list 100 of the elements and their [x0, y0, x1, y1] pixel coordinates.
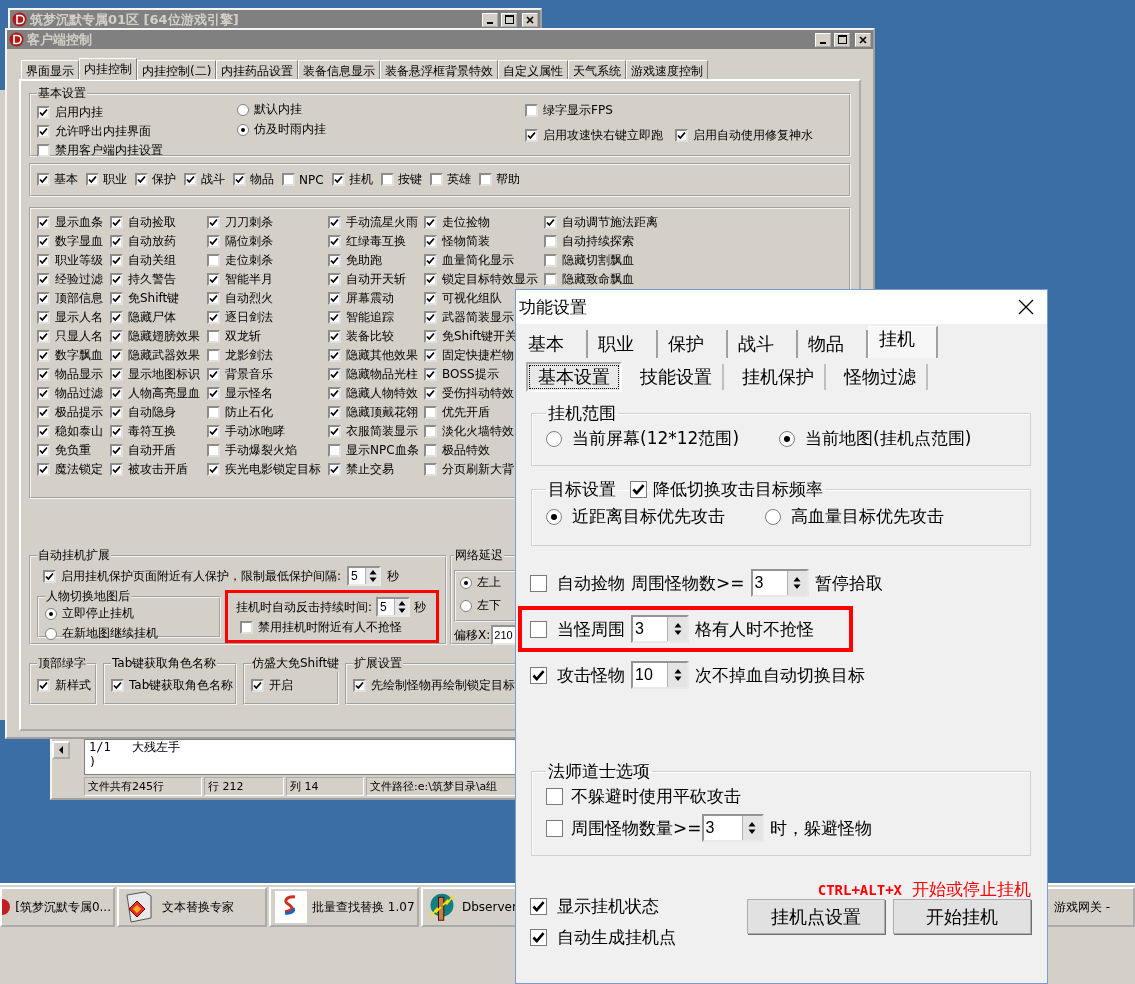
checkbox-label: 免Shift键	[128, 290, 180, 307]
maximize-button[interactable]	[501, 12, 517, 27]
checkbox-label: 降低切换攻击目标频率	[653, 478, 823, 501]
tab[interactable]: 游戏速度控制	[626, 60, 709, 79]
group-title: 挂机范围	[548, 402, 616, 425]
group-title: 仿盛大免Shift键	[251, 655, 341, 672]
radio-button[interactable]	[765, 508, 781, 525]
radio-button[interactable]	[460, 576, 472, 589]
radio-button[interactable]	[45, 627, 57, 640]
checkbox-label: 基本	[54, 171, 78, 188]
close-button[interactable]	[855, 32, 871, 47]
group-title: Tab键获取角色名称	[111, 655, 218, 672]
checkbox-label: 自动烈火	[225, 290, 273, 307]
checkbox[interactable]	[630, 481, 647, 498]
radio-button[interactable]	[546, 430, 562, 447]
checkbox-label: BOSS提示	[442, 366, 499, 383]
tab[interactable]: 挂机	[868, 326, 938, 358]
group-title: 扩展设置	[353, 655, 403, 672]
tab[interactable]: 基本设置	[526, 362, 622, 392]
checkbox-label: 锁定目标特效显示	[442, 271, 538, 288]
checkbox-label: 持久警告	[128, 271, 176, 288]
tab[interactable]: 挂机保护	[732, 364, 826, 390]
checkbox-label: 隐藏切割飘血	[562, 252, 634, 269]
dialog-button[interactable]: 挂机点设置	[747, 899, 885, 934]
radio-button[interactable]	[779, 430, 796, 447]
checkbox-label: 走位捡物	[442, 214, 490, 231]
scroll-left-button[interactable]	[52, 741, 70, 759]
tab[interactable]: 内挂控制	[79, 58, 137, 80]
maximize-button[interactable]	[834, 32, 850, 47]
minimize-button[interactable]	[482, 12, 498, 27]
minimize-button[interactable]	[815, 32, 831, 47]
number-spinner[interactable]: 3	[631, 615, 689, 643]
number-spinner[interactable]: 3	[750, 569, 809, 597]
tab[interactable]: 内挂控制(二)	[137, 60, 217, 79]
group-title: 顶部绿字	[37, 655, 87, 672]
checkbox-label: 自动捡取	[128, 214, 176, 231]
tab[interactable]: 装备悬浮框背景特效	[380, 60, 499, 79]
count-label: 周围怪物数>=	[631, 571, 745, 595]
taskbar-button[interactable]: 文本替换专家	[117, 887, 267, 927]
radio-button[interactable]	[45, 607, 57, 620]
checkbox-label: 禁用客户端内挂设置	[55, 142, 163, 159]
checkbox-label: 自动关组	[128, 252, 176, 269]
checkbox[interactable]	[530, 620, 547, 638]
up-down-arrows-icon	[748, 821, 756, 835]
taskbar-button[interactable]: [筑梦沉默专属0...	[0, 887, 115, 927]
dialog-button[interactable]: 开始挂机	[893, 899, 1031, 934]
checkbox-label: 职业等级	[55, 252, 103, 269]
maximize-icon	[504, 15, 514, 24]
checkbox[interactable]	[530, 574, 547, 592]
number-spinner[interactable]: 3	[701, 814, 764, 842]
tab[interactable]: 技能设置	[630, 364, 724, 390]
checkbox-label: 魔法锁定	[55, 461, 103, 478]
taskbar-button[interactable]: 批量查找替换 1.07	[269, 887, 419, 927]
radio-button[interactable]	[460, 599, 472, 612]
number-spinner[interactable]: 5	[376, 597, 411, 617]
checkbox-label: 启用内挂	[55, 104, 103, 121]
checkbox[interactable]	[530, 929, 547, 946]
checkbox-label: 隐藏武器效果	[128, 347, 200, 364]
tab[interactable]: 内挂药品设置	[216, 60, 299, 79]
checkbox-label: 智能半月	[225, 271, 273, 288]
minimize-icon	[487, 21, 493, 24]
suffix-label: 时，躲避怪物	[769, 817, 872, 838]
checkbox-label: 自动开盾	[128, 442, 176, 459]
checkbox-label: 自动捡物	[557, 571, 625, 595]
radio-button[interactable]	[546, 508, 562, 525]
checkbox-label: 显示人名	[55, 309, 103, 326]
checkbox[interactable]	[546, 819, 563, 837]
suffix-label: 暂停拾取	[814, 571, 883, 595]
checkbox-label: 隐藏物品光柱	[346, 366, 418, 383]
checkbox-label: 人物高亮显血	[128, 385, 200, 402]
checkbox[interactable]	[530, 898, 547, 915]
number-spinner[interactable]: 5	[347, 566, 382, 586]
radio-button[interactable]	[237, 123, 249, 136]
checkbox-label: 逐日剑法	[225, 309, 273, 326]
tab[interactable]: 怪物过滤	[834, 364, 928, 390]
close-button[interactable]	[522, 12, 538, 27]
tab[interactable]: 自定义属性	[498, 60, 569, 79]
tab[interactable]: 天气系统	[568, 60, 627, 79]
checkbox-label: 数字飘血	[55, 347, 103, 364]
tab[interactable]: 装备信息显示	[298, 60, 381, 79]
radio-label: 左下	[477, 597, 501, 614]
checkbox-label: 顶部信息	[55, 290, 103, 307]
tab[interactable]: 界面显示	[21, 60, 79, 79]
unit-label: 秒	[387, 567, 400, 585]
up-down-arrows-icon	[673, 622, 682, 636]
checkbox-label: 自动隐身	[128, 404, 176, 421]
checkbox-label: 隐藏致命飘血	[562, 271, 634, 288]
checkbox-label: 物品显示	[55, 366, 103, 383]
checkbox-label: 手动流星火雨	[346, 214, 418, 231]
checkbox[interactable]	[546, 788, 563, 805]
checkbox-label: 新样式	[55, 677, 91, 694]
checkbox-label: 免Shift键开关	[442, 328, 518, 345]
checkbox-label: 启用自动使用修复神水	[693, 127, 813, 144]
duration-label: 挂机时自动反击持续时间:	[236, 598, 373, 616]
checkbox[interactable]	[530, 666, 547, 684]
checkbox-label: 血量简化显示	[442, 252, 514, 269]
checkbox-label: 显示NPC血条	[346, 442, 419, 459]
group-title: 自动挂机扩展	[37, 547, 111, 564]
number-spinner[interactable]: 10	[631, 661, 689, 689]
radio-button[interactable]	[237, 103, 249, 116]
